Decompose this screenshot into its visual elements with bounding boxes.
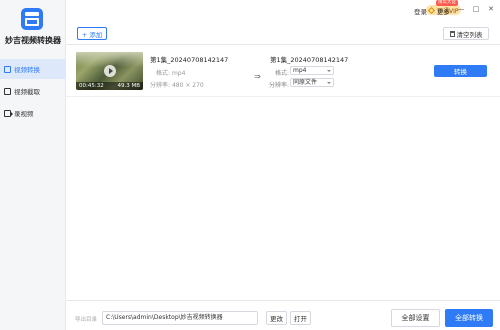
- format-label: 格式:: [275, 70, 290, 77]
- login-link[interactable]: 登录: [414, 6, 427, 16]
- video-cut-icon: [4, 87, 11, 95]
- output-path-field[interactable]: C:\Users\admin\Desktop\妙吉视频转换器: [102, 311, 258, 325]
- more-menu[interactable]: 更多: [437, 6, 450, 16]
- resolution-label: 分辨率:: [269, 82, 290, 89]
- sidebar-item-video-convert[interactable]: 视频转换: [0, 59, 66, 79]
- sidebar-item-label: 视频截取: [14, 88, 40, 96]
- sidebar-item-label: 录视频: [14, 110, 34, 118]
- convert-arrow-icon: ⇒: [254, 72, 261, 81]
- size-label: 49.3 MB: [117, 83, 140, 89]
- chevron-down-icon: [327, 81, 331, 84]
- add-file-button[interactable]: + 添加: [77, 27, 107, 40]
- target-file-name: 第1集_20240708142147: [270, 56, 349, 64]
- convert-button[interactable]: 转换: [434, 65, 487, 77]
- app-logo-icon: [21, 8, 43, 30]
- maximize-icon[interactable]: □: [471, 5, 481, 13]
- video-convert-icon: [4, 65, 11, 73]
- source-format: 格式: mp4: [156, 70, 186, 77]
- sidebar-item-video-cut[interactable]: 视频截取: [0, 81, 66, 101]
- resolution-select[interactable]: 同原文件: [290, 78, 334, 87]
- video-thumbnail[interactable]: 00:45:32 49.3 MB: [76, 52, 143, 90]
- clear-list-button[interactable]: 清空列表: [443, 27, 489, 40]
- divider: [66, 300, 500, 301]
- clear-list-label: 清空列表: [456, 30, 483, 39]
- format-select[interactable]: mp4: [290, 66, 334, 75]
- close-icon[interactable]: ✕: [486, 5, 496, 13]
- play-icon[interactable]: [104, 65, 116, 77]
- minimize-icon[interactable]: —: [456, 5, 466, 13]
- file-list-item: 00:45:32 49.3 MB 第1集_20240708142147 格式: …: [66, 45, 500, 97]
- chevron-down-icon: [327, 69, 331, 72]
- title-bar: 开通VIP 限年大促 登录 更多 — □ ✕: [66, 0, 500, 20]
- change-dir-button[interactable]: 更改: [266, 311, 287, 325]
- app-name: 妙吉视频转换器: [5, 36, 61, 45]
- open-dir-button[interactable]: 打开: [290, 311, 311, 325]
- convert-all-button[interactable]: 全部转换: [445, 309, 493, 327]
- duration-label: 00:45:32: [79, 83, 104, 89]
- all-settings-button[interactable]: 全部设置: [391, 309, 440, 327]
- source-resolution: 分辨率: 480 × 270: [150, 82, 204, 89]
- sidebar-item-label: 视频转换: [14, 66, 40, 74]
- sidebar: 妙吉视频转换器 视频转换 视频截取 录视频: [0, 0, 66, 330]
- record-icon: [4, 109, 13, 117]
- diamond-icon: [427, 6, 436, 14]
- source-file-name: 第1集_20240708142147: [150, 56, 229, 64]
- trash-icon: [449, 30, 455, 37]
- output-dir-label: 导出目录: [75, 317, 98, 323]
- sidebar-item-record[interactable]: 录视频: [0, 103, 66, 123]
